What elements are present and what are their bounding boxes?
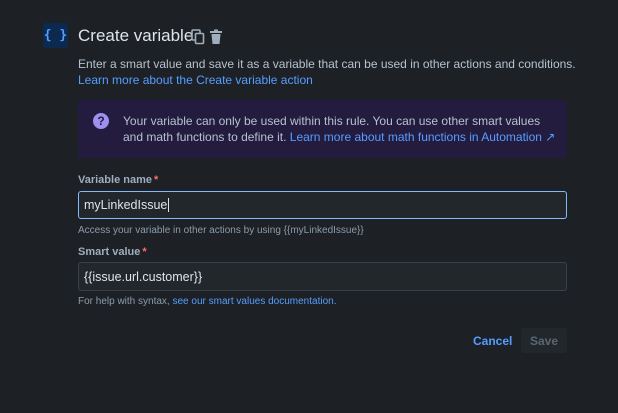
math-functions-link[interactable]: Learn more about math functions in Autom… <box>290 130 556 144</box>
question-icon: ? <box>93 113 109 129</box>
smart-value-label: Smart value * <box>78 246 147 258</box>
variable-name-helper: Access your variable in other actions by… <box>78 225 364 236</box>
cancel-button[interactable]: Cancel <box>473 334 512 348</box>
description: Enter a smart value and save it as a var… <box>78 56 578 88</box>
save-button[interactable]: Save <box>521 328 567 353</box>
copy-icon[interactable] <box>191 29 205 45</box>
helper-text: For help with syntax, <box>78 296 170 307</box>
variable-name-input[interactable]: myLinkedIssue <box>78 191 567 219</box>
label-text: Smart value <box>78 246 141 258</box>
page-title: Create variable <box>78 26 194 45</box>
required-marker: * <box>154 174 159 186</box>
variable-name-label: Variable name * <box>78 174 158 186</box>
required-marker: * <box>142 246 147 258</box>
smart-value-helper: For help with syntax, see our smart valu… <box>78 296 336 307</box>
input-value: {{issue.url.customer}} <box>84 269 203 284</box>
smart-value-input[interactable]: {{issue.url.customer}} <box>78 262 567 291</box>
description-text: Enter a smart value and save it as a var… <box>78 57 576 71</box>
curly-braces-icon: { } <box>43 28 68 43</box>
text-caret <box>168 198 170 212</box>
trash-icon[interactable] <box>209 29 223 45</box>
input-value: myLinkedIssue <box>84 198 168 212</box>
info-panel: ? Your variable can only be used within … <box>78 100 567 158</box>
variable-icon: { } <box>43 23 68 48</box>
label-text: Variable name <box>78 174 152 186</box>
learn-more-create-variable-link[interactable]: Learn more about the Create variable act… <box>78 73 313 87</box>
smart-values-docs-link[interactable]: see our smart values documentation. <box>173 296 337 307</box>
